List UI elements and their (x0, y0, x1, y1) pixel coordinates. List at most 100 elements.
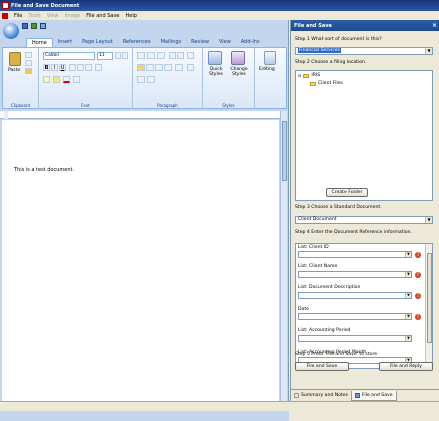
quick-styles-label[interactable]: Quick Styles (206, 67, 226, 77)
chevron-down-icon[interactable]: ▼ (425, 217, 432, 223)
file-and-reply-button[interactable]: File and Reply (379, 362, 433, 371)
save-icon[interactable] (22, 23, 28, 29)
bullets-icon[interactable] (137, 52, 145, 59)
align-right-icon[interactable] (155, 64, 163, 71)
shading-icon[interactable] (137, 76, 145, 83)
chevron-down-icon[interactable]: ▼ (405, 314, 411, 319)
chevron-down-icon[interactable]: ▼ (405, 336, 411, 341)
reference-list-scrollbar[interactable] (425, 244, 432, 368)
document-type-value: Financial Services (298, 48, 341, 53)
tab-view[interactable]: View (214, 38, 236, 47)
show-hide-icon[interactable] (187, 64, 194, 71)
shrink-font-icon[interactable] (122, 52, 128, 59)
underline-icon[interactable]: U (59, 64, 66, 71)
styles-group: Quick Styles Change Styles Styles (203, 48, 255, 109)
collapse-icon[interactable]: ⊟ (298, 73, 301, 78)
tab-summary-and-notes[interactable]: Summary and Notes (291, 391, 351, 401)
borders-icon[interactable] (147, 76, 155, 83)
italic-icon[interactable]: I (51, 64, 58, 71)
horizontal-ruler[interactable] (0, 111, 287, 119)
change-case-icon[interactable] (73, 76, 80, 83)
change-styles-label[interactable]: Change Styles (228, 67, 250, 77)
file-and-save-button[interactable]: File and Save (295, 362, 349, 371)
tab-page-layout[interactable]: Page Layout (77, 38, 118, 47)
document-type-select[interactable]: Financial Services ▼ (295, 47, 433, 55)
menu-file[interactable]: File (11, 13, 25, 19)
accounting-period-field[interactable]: ▼ (298, 335, 412, 342)
chevron-down-icon[interactable]: ▼ (405, 272, 411, 277)
font-color-icon[interactable] (63, 76, 70, 83)
tree-item-iris[interactable]: ⊟ IRIS (298, 73, 320, 78)
chevron-down-icon[interactable]: ▼ (405, 252, 411, 257)
font-group: Calibri 11 B I U Font (39, 48, 133, 109)
reference-fields-list[interactable]: List: Client ID ▼ ! List: Client Name ▼ … (295, 243, 433, 369)
client-id-field[interactable]: ▼ (298, 251, 412, 258)
view-ruler-toggle-icon[interactable] (4, 111, 8, 119)
change-styles-icon[interactable] (231, 51, 245, 65)
grow-font-icon[interactable] (115, 52, 121, 59)
undo-icon[interactable] (31, 23, 37, 29)
strikethrough-icon[interactable] (69, 64, 76, 71)
editing-icon[interactable] (264, 51, 276, 65)
font-size-value: 11 (99, 53, 105, 58)
chevron-down-icon[interactable]: ▼ (425, 48, 432, 54)
date-field[interactable]: ▼ (298, 313, 412, 320)
menu-image[interactable]: Image (62, 13, 84, 19)
tab-review[interactable]: Review (186, 38, 214, 47)
sort-icon[interactable] (187, 52, 194, 59)
numbering-icon[interactable] (147, 52, 155, 59)
menu-tools[interactable]: Tools (25, 13, 43, 19)
font-group-label: Font (81, 103, 90, 108)
chevron-down-icon[interactable]: ▼ (405, 293, 411, 298)
document-text[interactable]: This is a test document. (14, 167, 74, 173)
notes-icon (294, 393, 299, 398)
filing-location-tree[interactable]: ⊟ IRIS Client Files Create Folder (295, 70, 433, 201)
multilevel-list-icon[interactable] (157, 52, 165, 59)
align-left-icon[interactable] (137, 64, 145, 71)
document-page[interactable]: This is a test document. (2, 120, 279, 401)
menu-file-and-save[interactable]: File and Save (83, 13, 122, 19)
tab-references[interactable]: References (118, 38, 156, 47)
client-name-field[interactable]: ▼ (298, 271, 412, 278)
highlight-icon[interactable] (53, 76, 60, 83)
paste-icon[interactable] (9, 52, 21, 66)
document-icon[interactable] (2, 12, 8, 19)
redo-icon[interactable] (40, 23, 46, 29)
align-center-icon[interactable] (146, 64, 154, 71)
error-icon: ! (415, 293, 421, 299)
font-size-box[interactable]: 11 (97, 52, 113, 60)
bold-icon[interactable]: B (43, 64, 50, 71)
line-spacing-icon[interactable] (175, 64, 183, 71)
create-folder-button[interactable]: Create Folder (326, 188, 368, 197)
reference-list-scroll-thumb[interactable] (427, 253, 432, 343)
copy-icon[interactable] (25, 60, 32, 66)
tab-home[interactable]: Home (26, 38, 53, 47)
editing-group: Editing (255, 48, 287, 109)
tab-file-and-save[interactable]: File and Save (351, 390, 397, 401)
document-description-field[interactable]: ▼ (298, 292, 412, 299)
cut-icon[interactable] (25, 52, 32, 58)
office-button[interactable] (3, 23, 19, 39)
vertical-scroll-thumb[interactable] (282, 121, 287, 181)
standard-document-select[interactable]: Client Document ▼ (295, 216, 433, 224)
format-painter-icon[interactable] (25, 68, 32, 74)
font-name-box[interactable]: Calibri (43, 52, 95, 60)
tab-add-ins[interactable]: Add-Ins (236, 38, 265, 47)
menu-view[interactable]: View (44, 13, 62, 19)
text-effects-icon[interactable] (43, 76, 50, 83)
subscript-icon[interactable] (77, 64, 84, 71)
tree-item-label: IRIS (311, 73, 321, 78)
close-icon[interactable]: × (432, 22, 437, 29)
superscript-icon[interactable] (85, 64, 92, 71)
menu-help[interactable]: Help (122, 13, 139, 19)
tab-mailings[interactable]: Mailings (156, 38, 187, 47)
clear-formatting-icon[interactable] (95, 64, 102, 71)
increase-indent-icon[interactable] (177, 52, 184, 59)
quick-styles-icon[interactable] (208, 51, 222, 65)
justify-icon[interactable] (164, 64, 172, 71)
editing-label[interactable]: Editing (259, 67, 275, 72)
tree-item-client-files[interactable]: Client Files (310, 81, 343, 86)
tab-insert[interactable]: Insert (53, 38, 77, 47)
vertical-scrollbar[interactable] (280, 111, 287, 409)
decrease-indent-icon[interactable] (169, 52, 176, 59)
